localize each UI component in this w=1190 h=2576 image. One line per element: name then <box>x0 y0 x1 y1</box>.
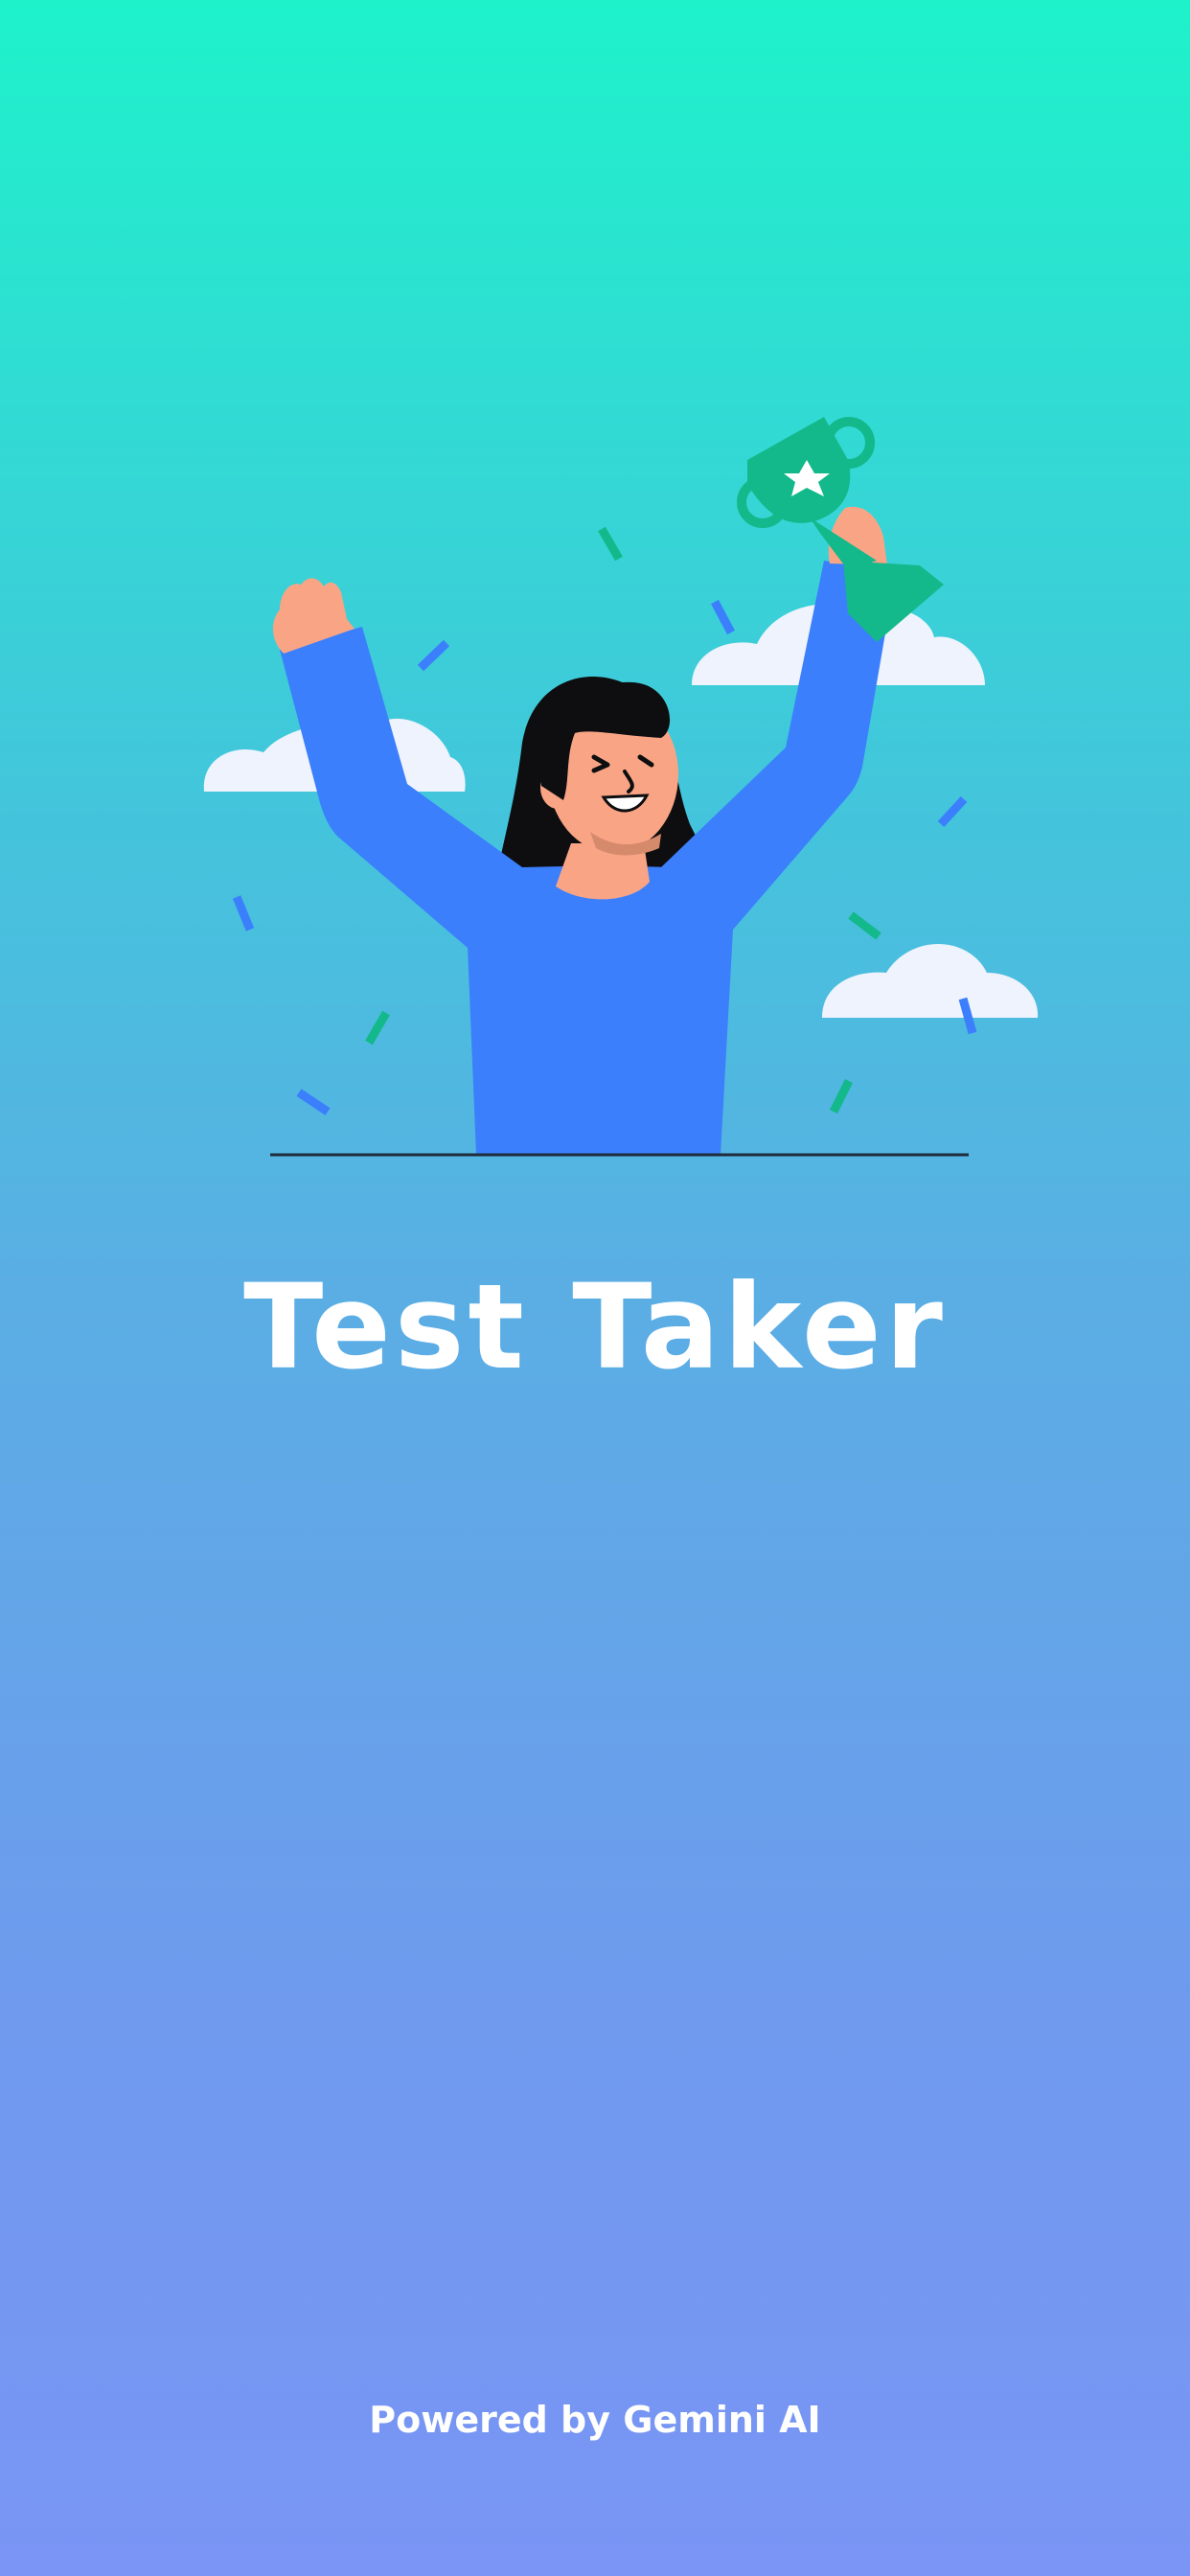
hero-illustration <box>203 417 1039 1157</box>
cloud-icon <box>822 944 1039 1018</box>
woman-figure <box>272 506 896 1155</box>
splash-screen: Test Taker Powered by Gemini AI <box>0 0 1190 2576</box>
app-title: Test Taker <box>243 1259 947 1395</box>
powered-by-footer: Powered by Gemini AI <box>369 2399 821 2441</box>
